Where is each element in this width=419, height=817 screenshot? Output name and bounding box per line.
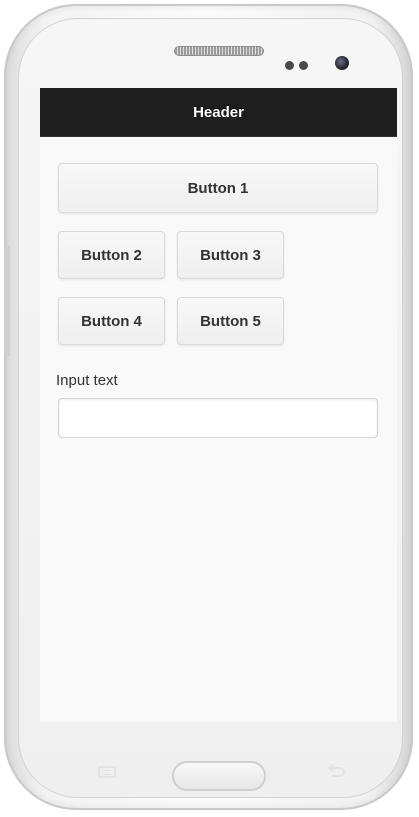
input-text-label: Input text: [56, 372, 118, 389]
earpiece-speaker: [174, 46, 264, 56]
light-sensor-icon: [299, 61, 308, 70]
header-bar: Header: [40, 88, 397, 137]
button-3[interactable]: Button 3: [177, 231, 284, 279]
app-screen: Header Button 1 Button 2 Button 3 Button…: [40, 88, 397, 722]
front-camera-icon: [335, 56, 349, 70]
volume-side-button[interactable]: [4, 246, 10, 356]
proximity-sensor-icon: [285, 61, 294, 70]
back-arrow-icon[interactable]: [326, 764, 348, 780]
button-5[interactable]: Button 5: [177, 297, 284, 345]
home-button[interactable]: [172, 761, 266, 791]
menu-icon[interactable]: [98, 766, 116, 778]
button-1[interactable]: Button 1: [58, 163, 378, 213]
button-4[interactable]: Button 4: [58, 297, 165, 345]
text-input-field[interactable]: [58, 398, 378, 438]
phone-frame: Header Button 1 Button 2 Button 3 Button…: [4, 4, 413, 810]
header-title: Header: [193, 103, 244, 121]
button-2[interactable]: Button 2: [58, 231, 165, 279]
